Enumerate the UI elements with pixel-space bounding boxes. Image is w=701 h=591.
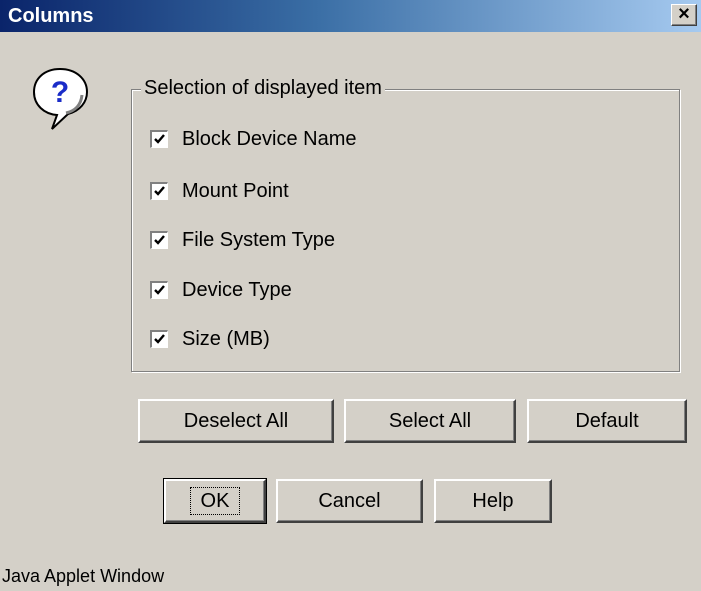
checkbox-box[interactable] — [150, 182, 168, 200]
checkbox-box[interactable] — [150, 281, 168, 299]
checkbox-mount-point[interactable]: Mount Point — [150, 178, 289, 204]
ok-button[interactable]: OK — [163, 478, 267, 524]
cancel-button[interactable]: Cancel — [276, 479, 423, 523]
checkmark-icon — [154, 285, 165, 295]
default-button[interactable]: Default — [527, 399, 687, 443]
close-icon: × — [678, 3, 690, 25]
help-button[interactable]: Help — [434, 479, 552, 523]
checkbox-file-system-type[interactable]: File System Type — [150, 227, 335, 253]
checkbox-label: Device Type — [182, 278, 292, 301]
window-title: Columns — [8, 5, 94, 27]
checkbox-label: Mount Point — [182, 179, 289, 202]
checkmark-icon — [154, 334, 165, 344]
button-label: Deselect All — [183, 409, 289, 432]
checkmark-icon — [154, 186, 165, 196]
checkbox-box[interactable] — [150, 130, 168, 148]
button-label: Select All — [388, 409, 472, 432]
select-all-button[interactable]: Select All — [344, 399, 516, 443]
button-label: Cancel — [318, 489, 381, 512]
checkbox-box[interactable] — [150, 330, 168, 348]
checkbox-box[interactable] — [150, 231, 168, 249]
title-bar: Columns × — [0, 0, 701, 32]
applet-window-label: Java Applet Window — [2, 566, 165, 586]
checkbox-block-device-name[interactable]: Block Device Name — [150, 126, 357, 152]
deselect-all-button[interactable]: Deselect All — [138, 399, 334, 443]
button-label: OK — [189, 487, 241, 515]
close-button[interactable]: × — [671, 4, 697, 26]
checkbox-size[interactable]: Size (MB) — [150, 326, 270, 352]
button-label: Default — [575, 409, 639, 432]
checkbox-label: File System Type — [182, 228, 336, 251]
button-label: Help — [472, 489, 514, 512]
question-glyph: ? — [51, 76, 69, 109]
question-icon: ? — [32, 67, 89, 130]
checkbox-device-type[interactable]: Device Type — [150, 277, 292, 303]
checkbox-label: Block Device Name — [182, 127, 357, 150]
checkbox-label: Size (MB) — [182, 327, 270, 350]
checkmark-icon — [154, 235, 165, 245]
group-legend: Selection of displayed item — [141, 76, 385, 100]
checkmark-icon — [154, 134, 165, 144]
